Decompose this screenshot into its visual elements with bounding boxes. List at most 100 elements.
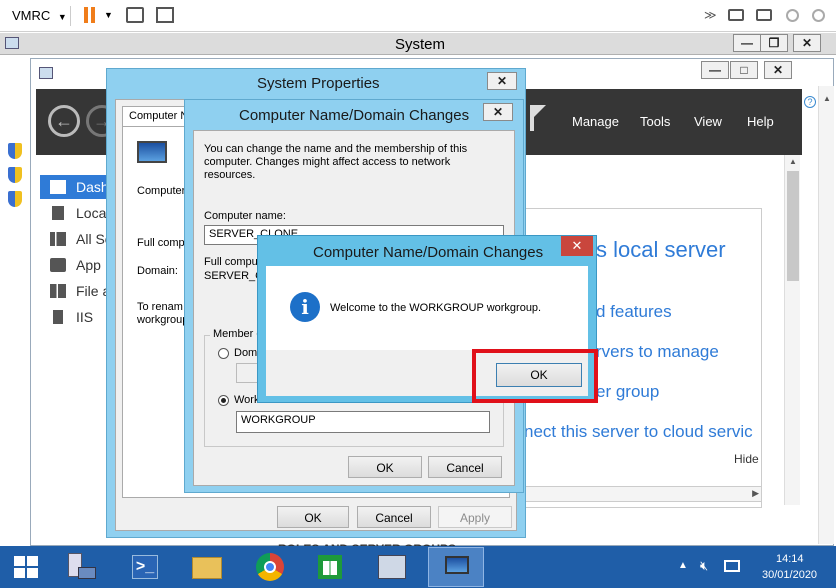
menu-manage[interactable]: Manage	[572, 114, 619, 129]
menu-view[interactable]: View	[694, 114, 722, 129]
chevron-down-icon: ▼	[57, 12, 67, 22]
minimize-button[interactable]: —	[733, 34, 761, 52]
vmrc-menu[interactable]: VMRC ▼	[12, 8, 67, 23]
sidebar-item-file[interactable]: File a	[40, 279, 110, 303]
outer-scrollbar[interactable]: ▲	[818, 86, 834, 544]
full-computer-label: Full compu	[204, 256, 258, 268]
welcome-add-features[interactable]: d features	[596, 302, 672, 322]
app-server-icon	[50, 258, 66, 272]
servers-icon	[50, 232, 66, 246]
workgroup-radio[interactable]	[218, 395, 229, 406]
pause-icon[interactable]	[84, 7, 96, 23]
computer-description: Computer	[137, 185, 186, 197]
sidebar-item-all-servers[interactable]: All Se	[40, 227, 113, 251]
drive-icon[interactable]	[756, 9, 772, 21]
info-icon: ?	[804, 96, 816, 108]
message-area: i Welcome to the WORKGROUP workgroup.	[266, 266, 588, 350]
rename-text-line1: To renam	[137, 301, 183, 313]
rename-text-line2: workgroup	[137, 314, 189, 326]
flag-icon-cloth	[534, 105, 546, 117]
scroll-up-icon[interactable]: ▲	[823, 94, 831, 103]
system-window-titlebar: System — ❐ ✕	[0, 33, 836, 55]
close-button[interactable]: ✕	[793, 34, 821, 52]
iis-icon	[53, 310, 63, 324]
vertical-scrollbar[interactable]: ▲	[784, 155, 800, 505]
welcome-create-group[interactable]: er group	[596, 382, 659, 402]
full-computer-value: SERVER_C	[204, 270, 264, 282]
close-button[interactable]: ✕	[561, 236, 593, 256]
close-button[interactable]: ✕	[487, 72, 517, 90]
start-button[interactable]	[14, 556, 38, 578]
welcome-configure-local[interactable]: s local server	[596, 237, 726, 263]
maximize-button[interactable]: □	[730, 61, 758, 79]
taskbar: >_ ▲ 🔇︎ 14:14 30/01/2020	[0, 546, 836, 588]
system-properties-taskbar-icon[interactable]	[428, 547, 484, 587]
domain-radio-label: Dom	[234, 347, 258, 359]
tab-label: Computer N	[129, 110, 189, 122]
window-icon	[5, 37, 19, 49]
vmrc-menu-label: VMRC	[12, 8, 51, 23]
apply-button[interactable]: Apply	[438, 506, 512, 528]
workgroup-input[interactable]: WORKGROUP	[236, 411, 490, 433]
highlight-box	[472, 349, 598, 403]
close-button[interactable]: ✕	[764, 61, 792, 79]
disc-icon[interactable]	[786, 9, 799, 22]
full-computer-label: Full compu	[137, 237, 191, 249]
cancel-button[interactable]: Cancel	[357, 506, 431, 528]
scroll-up-icon[interactable]: ▲	[789, 157, 797, 166]
close-button[interactable]: ✕	[483, 103, 513, 121]
ok-button[interactable]: OK	[348, 456, 422, 478]
menu-help[interactable]: Help	[747, 114, 774, 129]
scroll-thumb[interactable]	[787, 171, 799, 281]
server-manager-taskbar-icon[interactable]	[58, 549, 106, 587]
volume-muted-icon[interactable]: 🔇︎	[700, 558, 708, 574]
computer-icon	[137, 141, 167, 163]
server-icon	[52, 206, 64, 220]
chevron-up-icon[interactable]: ▲	[678, 560, 688, 571]
restore-button[interactable]: ❐	[760, 34, 788, 52]
sidebar-item-local[interactable]: Local	[40, 201, 110, 225]
app-icon	[39, 67, 53, 79]
shield-icon	[8, 167, 22, 183]
domain-label: Domain:	[137, 265, 178, 277]
drive-icon[interactable]	[728, 9, 744, 21]
double-chevron-icon[interactable]: ≫	[704, 8, 717, 22]
welcome-add-servers[interactable]: rvers to manage	[596, 342, 719, 362]
disc-icon[interactable]	[812, 9, 825, 22]
network-icon[interactable]	[126, 7, 144, 23]
dashboard-icon	[50, 180, 66, 194]
back-icon[interactable]: ←	[48, 105, 80, 137]
welcome-connect-cloud[interactable]: nect this server to cloud servic	[524, 422, 762, 444]
chevron-down-icon[interactable]: ▼	[104, 10, 113, 20]
message-box: Computer Name/Domain Changes ✕ i Welcome…	[257, 235, 598, 403]
network-icon[interactable]	[724, 560, 740, 572]
cancel-button[interactable]: Cancel	[428, 456, 502, 478]
computer-name-label: Computer name:	[204, 210, 286, 222]
dialog-description: You can change the name and the membersh…	[204, 143, 468, 181]
powershell-icon[interactable]: >_	[122, 549, 170, 587]
file-explorer-icon[interactable]	[184, 549, 232, 587]
dialog-title: System Properties	[257, 75, 380, 92]
hide-link[interactable]: Hide	[734, 452, 759, 466]
store-icon[interactable]	[306, 549, 354, 587]
chrome-icon[interactable]	[246, 549, 294, 587]
clock-date[interactable]: 30/01/2020	[762, 569, 817, 581]
domain-radio[interactable]	[218, 348, 229, 359]
shield-icon	[8, 143, 22, 159]
info-icon: i	[290, 292, 320, 322]
ok-button[interactable]: OK	[277, 506, 349, 528]
minimize-button[interactable]: —	[701, 61, 729, 79]
scroll-right-icon[interactable]: ▶	[752, 488, 759, 499]
horizontal-scrollbar[interactable]: ▶	[520, 486, 762, 502]
dialog-title: Computer Name/Domain Changes	[239, 107, 470, 124]
menu-tools[interactable]: Tools	[640, 114, 670, 129]
separator	[70, 6, 71, 26]
message-text: Welcome to the WORKGROUP workgroup.	[330, 302, 542, 314]
sidebar-item-iis[interactable]: IIS	[40, 305, 110, 329]
workgroup-radio-label: Work	[234, 394, 260, 406]
sidebar-item-app[interactable]: App	[40, 253, 110, 277]
window-title: System	[395, 36, 446, 53]
control-panel-icon[interactable]	[368, 549, 416, 587]
clock-time[interactable]: 14:14	[776, 553, 804, 565]
fullscreen-icon[interactable]	[156, 7, 174, 23]
